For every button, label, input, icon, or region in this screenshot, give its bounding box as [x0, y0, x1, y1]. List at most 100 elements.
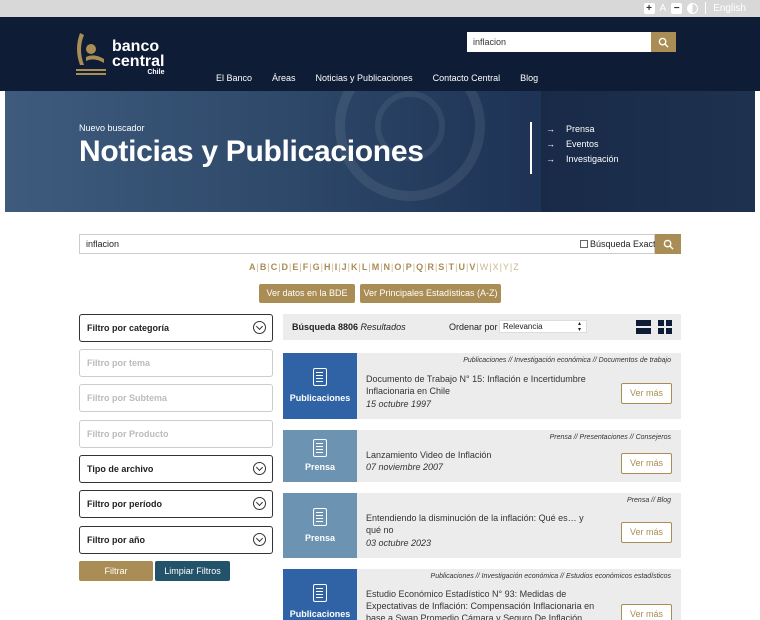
- contrast-icon[interactable]: [687, 2, 699, 14]
- alphabet-separator: |: [256, 262, 259, 272]
- header-search-button[interactable]: [651, 32, 676, 52]
- alphabet-letter[interactable]: K: [351, 262, 358, 272]
- font-increase-icon[interactable]: +: [643, 2, 655, 14]
- card-title[interactable]: Lanzamiento Video de Inflación: [366, 449, 616, 461]
- see-more-button[interactable]: Ver más: [621, 383, 672, 404]
- page-title: Noticias y Publicaciones: [79, 135, 424, 168]
- document-icon: [313, 584, 327, 602]
- main-nav: El Banco Áreas Noticias y Publicaciones …: [216, 73, 538, 83]
- main-search-input[interactable]: inflacion: [79, 234, 655, 254]
- alphabet-separator: |: [278, 262, 281, 272]
- alphabet-separator: |: [445, 262, 448, 272]
- alphabet-index: A|B|C|D|E|F|G|H|I|J|K|L|M|N|O|P|Q|R|S|T|…: [249, 262, 520, 272]
- hero-link-eventos[interactable]: → Eventos: [546, 137, 619, 152]
- search-icon: [663, 239, 674, 250]
- card-badge: Prensa: [283, 493, 357, 558]
- card-category: Publicaciones // Investigación económica…: [430, 573, 671, 580]
- alphabet-letter[interactable]: U: [459, 262, 466, 272]
- order-label: Ordenar por: [449, 322, 498, 332]
- card-title[interactable]: Entendiendo la disminución de la inflaci…: [366, 512, 591, 536]
- alphabet-separator: |: [380, 262, 383, 272]
- alphabet-separator: |: [309, 262, 312, 272]
- list-view-icon[interactable]: [636, 320, 651, 334]
- alphabet-letter[interactable]: M: [372, 262, 380, 272]
- alphabet-letter[interactable]: C: [271, 262, 278, 272]
- exact-search-option[interactable]: Búsqueda Exacta: [580, 234, 661, 254]
- results-count-suffix: Resultados: [360, 322, 406, 332]
- main-search-button[interactable]: [655, 234, 681, 254]
- card-category: Prensa // Presentaciones // Consejeros: [549, 434, 671, 441]
- exact-search-checkbox[interactable]: [580, 240, 588, 248]
- alphabet-separator: |: [347, 262, 350, 272]
- nav-areas[interactable]: Áreas: [272, 73, 296, 83]
- language-link[interactable]: English: [713, 3, 746, 14]
- filter-file-type[interactable]: Tipo de archivo: [79, 455, 273, 483]
- alphabet-letter[interactable]: Z: [513, 262, 519, 272]
- alphabet-letter[interactable]: O: [394, 262, 401, 272]
- alphabet-separator: |: [358, 262, 361, 272]
- filter-button[interactable]: Filtrar: [79, 561, 153, 581]
- filter-period[interactable]: Filtro por período: [79, 490, 273, 518]
- nav-contacto[interactable]: Contacto Central: [433, 73, 501, 83]
- accessibility-tools: + A − English: [643, 2, 746, 14]
- alphabet-letter[interactable]: W: [480, 262, 489, 272]
- alphabet-separator: |: [331, 262, 334, 272]
- alphabet-letter[interactable]: Q: [416, 262, 423, 272]
- header-search-input[interactable]: [467, 32, 651, 52]
- alphabet-letter[interactable]: F: [303, 262, 309, 272]
- arrow-right-icon: →: [546, 124, 555, 134]
- exact-search-label: Búsqueda Exacta: [590, 239, 661, 249]
- filter-label: Filtro por categoría: [87, 323, 170, 333]
- alphabet-separator: |: [499, 262, 502, 272]
- clear-filters-button[interactable]: Limpiar Filtros: [155, 561, 230, 581]
- alphabet-letter[interactable]: T: [449, 262, 455, 272]
- card-badge: Publicaciones: [283, 569, 357, 620]
- filter-category[interactable]: Filtro por categoría: [79, 314, 273, 342]
- alphabet-separator: |: [476, 262, 479, 272]
- hero-link-investigacion[interactable]: → Investigación: [546, 152, 619, 167]
- see-more-button[interactable]: Ver más: [621, 453, 672, 474]
- alphabet-letter[interactable]: E: [292, 262, 298, 272]
- filter-year[interactable]: Filtro por año: [79, 526, 273, 554]
- alphabet-letter[interactable]: D: [282, 262, 289, 272]
- alphabet-letter[interactable]: X: [493, 262, 499, 272]
- bde-button[interactable]: Ver datos en la BDE: [259, 284, 355, 303]
- see-more-button[interactable]: Ver más: [621, 522, 672, 543]
- alphabet-letter[interactable]: Y: [503, 262, 509, 272]
- logo[interactable]: banco central Chile: [74, 29, 164, 77]
- hero-link-prensa[interactable]: → Prensa: [546, 122, 619, 137]
- grid-view-icon[interactable]: [658, 320, 672, 334]
- alphabet-letter[interactable]: B: [260, 262, 267, 272]
- alphabet-letter[interactable]: N: [384, 262, 391, 272]
- stats-button[interactable]: Ver Principales Estadísticas (A-Z): [360, 284, 501, 303]
- alphabet-letter[interactable]: H: [324, 262, 331, 272]
- alphabet-separator: |: [412, 262, 416, 272]
- nav-noticias[interactable]: Noticias y Publicaciones: [316, 73, 413, 83]
- see-more-button[interactable]: Ver más: [621, 604, 672, 620]
- alphabet-letter[interactable]: J: [342, 262, 347, 272]
- order-select[interactable]: Relevancia: [499, 320, 587, 333]
- alphabet-letter[interactable]: R: [427, 262, 434, 272]
- alphabet-letter[interactable]: A: [249, 262, 256, 272]
- alphabet-letter[interactable]: G: [313, 262, 320, 272]
- document-icon: [313, 439, 327, 457]
- alphabet-letter[interactable]: P: [406, 262, 412, 272]
- font-decrease-icon[interactable]: −: [671, 2, 683, 14]
- alphabet-separator: |: [509, 262, 513, 272]
- nav-el-banco[interactable]: El Banco: [216, 73, 252, 83]
- alphabet-letter[interactable]: S: [438, 262, 444, 272]
- chevron-down-icon: [253, 462, 266, 475]
- alphabet-separator: |: [267, 262, 270, 272]
- hero-subtitle: Nuevo buscador: [79, 123, 145, 133]
- site-header: banco central Chile El Banco Áreas Notic…: [0, 17, 760, 91]
- alphabet-separator: |: [368, 262, 371, 272]
- nav-blog[interactable]: Blog: [520, 73, 538, 83]
- alphabet-letter[interactable]: L: [362, 262, 368, 272]
- alphabet-separator: |: [299, 262, 302, 272]
- card-title[interactable]: Estudio Económico Estadístico N° 93: Med…: [366, 588, 596, 620]
- alphabet-letter[interactable]: I: [335, 262, 338, 272]
- hero-divider: [530, 122, 532, 174]
- alphabet-letter[interactable]: V: [469, 262, 475, 272]
- filter-label: Filtro por Producto: [87, 429, 169, 439]
- card-title[interactable]: Documento de Trabajo N° 15: Inflación e …: [366, 373, 616, 397]
